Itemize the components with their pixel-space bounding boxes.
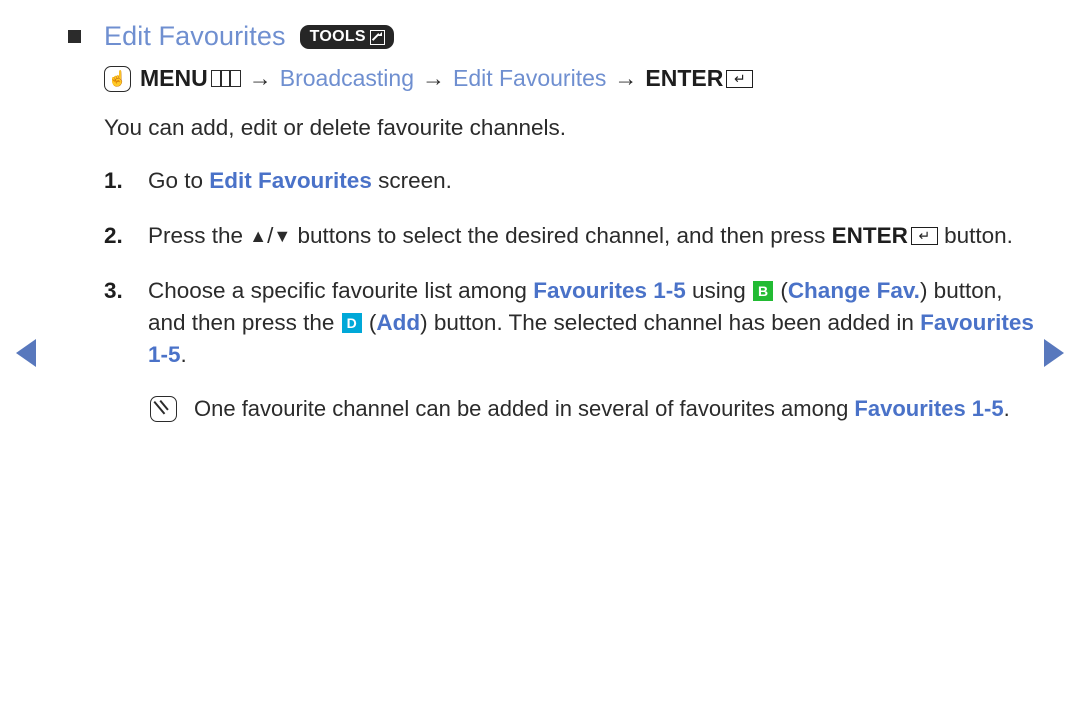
page-description: You can add, edit or delete favourite ch…	[104, 115, 566, 140]
step-item: 3. Choose a specific favourite list among…	[104, 275, 1040, 371]
step-item: 2. Press the ▲/▼ buttons to select the de…	[104, 220, 1040, 252]
step-number: 2.	[104, 223, 123, 249]
step-text: Go to Edit Favourites screen.	[148, 168, 452, 194]
enter-return-glyph: ↵	[733, 70, 746, 87]
help-page: Edit Favourites TOOLS ☝ MENU → Broadcast…	[0, 0, 1080, 705]
page-heading: Edit Favourites TOOLS	[68, 16, 1040, 56]
menu-path-menu-label: MENU	[140, 65, 208, 91]
enter-return-icon: ↵	[910, 227, 938, 246]
page-title: Edit Favourites	[104, 20, 286, 51]
step-number: 3.	[104, 278, 123, 303]
note-text: One favourite channel can be added in se…	[194, 395, 1010, 421]
step-number: 1.	[104, 168, 123, 194]
enter-return-glyph: ↵	[918, 227, 931, 244]
tools-badge-label: TOOLS	[309, 28, 366, 45]
menu-path-item-broadcasting[interactable]: Broadcasting	[280, 65, 414, 92]
path-separator-1: →	[248, 65, 272, 91]
step-item: 1. Go to Edit Favourites screen.	[104, 165, 1040, 197]
highlight-keyword: Edit Favourites	[209, 168, 372, 194]
note-block: One favourite channel can be added in se…	[150, 393, 1040, 425]
highlight-keyword: Favourites 1-5	[854, 395, 1004, 421]
steps-list: 1. Go to Edit Favourites screen. 2. Press t…	[68, 165, 1040, 371]
bold-keyword: ENTER	[831, 223, 908, 249]
path-separator-3: →	[614, 65, 638, 91]
popup-arrow-icon	[369, 29, 385, 45]
step-text: Choose a specific favourite list among F…	[148, 278, 1034, 367]
note-pen-icon	[150, 395, 177, 422]
highlight-keyword: Add	[376, 309, 421, 335]
menu-path: ☝ MENU → Broadcasting → Edit Favourites …	[104, 65, 1040, 92]
menu-path-enter-label: ENTER	[645, 65, 724, 91]
menu-bars-icon	[210, 70, 241, 87]
button-badge-d[interactable]: D	[341, 312, 362, 333]
highlight-keyword: Change Fav.	[787, 278, 920, 303]
hand-press-icon: ☝	[104, 65, 131, 92]
button-badge-b[interactable]: B	[753, 281, 774, 301]
tools-badge[interactable]: TOOLS	[299, 25, 394, 49]
enter-return-icon: ↵	[726, 69, 754, 88]
step-text: Press the ▲/▼ buttons to select the desi…	[148, 223, 1013, 249]
square-bullet-icon	[68, 29, 81, 43]
highlight-keyword: Favourites 1-5	[533, 278, 686, 303]
path-separator-2: →	[421, 65, 445, 91]
page-content: Edit Favourites TOOLS ☝ MENU → Broadcast…	[0, 0, 1080, 425]
triangle-up-icon: ▲	[249, 226, 268, 247]
highlight-keyword: Favourites 1-5	[148, 309, 1034, 367]
menu-path-item-edit-favourites[interactable]: Edit Favourites	[453, 65, 606, 92]
triangle-down-icon: ▼	[273, 226, 292, 247]
